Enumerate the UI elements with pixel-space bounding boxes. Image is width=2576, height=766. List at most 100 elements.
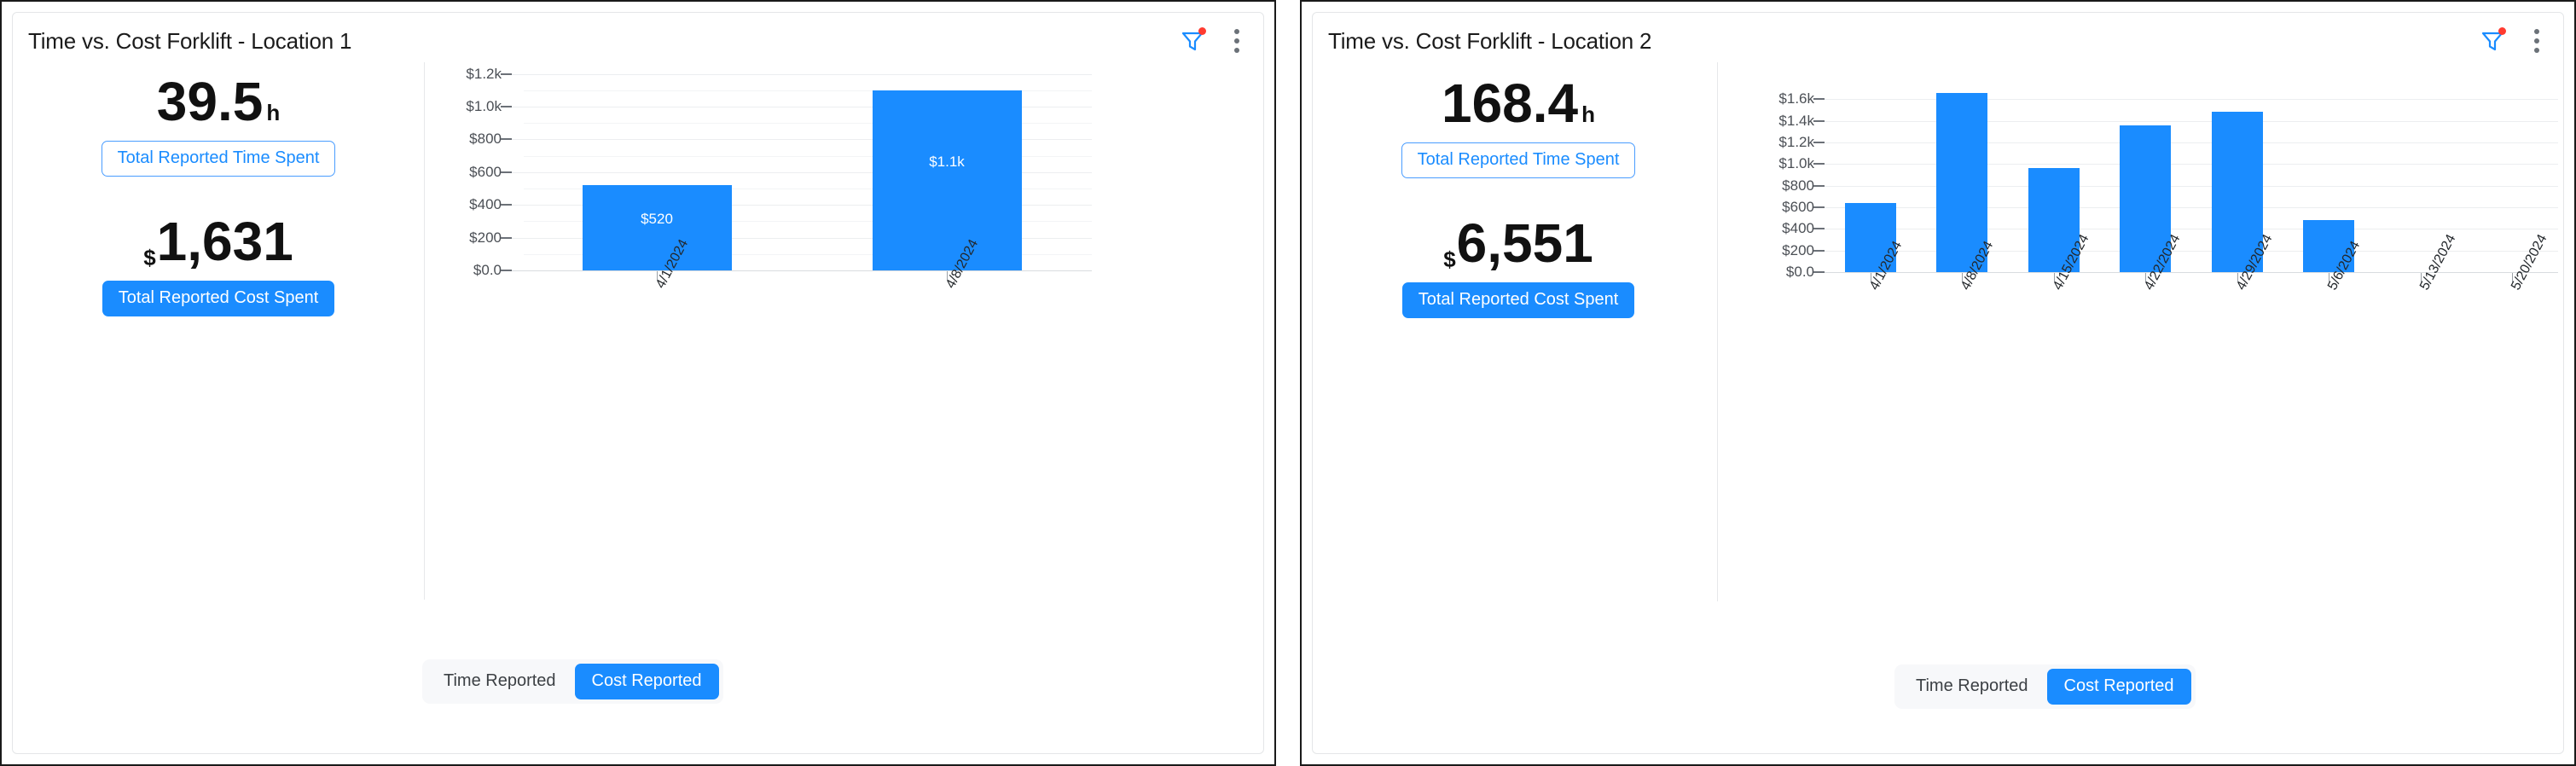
y-axis-tick-label: $800 xyxy=(1782,177,1814,194)
y-axis-tick-mark xyxy=(501,106,512,107)
page-title: Time vs. Cost Forklift - Location 2 xyxy=(1328,28,1652,54)
y-axis-tick-label: $200 xyxy=(1782,241,1814,258)
gridline xyxy=(512,73,1092,75)
toggle-cost-reported[interactable]: Cost Reported xyxy=(2046,669,2191,705)
kpi-cost-prefix: $ xyxy=(1443,247,1456,272)
card-header-1: Time vs. Cost Forklift - Location 1 xyxy=(13,13,1263,66)
kpi-time-2: 168.4 h Total Reported Time Spent xyxy=(1313,76,1724,178)
kebab-dot xyxy=(1234,38,1239,44)
x-axis-line xyxy=(512,270,1092,271)
gridline xyxy=(1825,99,2558,101)
filter-icon[interactable] xyxy=(1178,26,1207,55)
total-reported-cost-spent-button[interactable]: Total Reported Cost Spent xyxy=(1401,282,1635,318)
total-reported-time-spent-button[interactable]: Total Reported Time Spent xyxy=(101,141,336,177)
dashboard-root: Time vs. Cost Forklift - Location 1 39.5… xyxy=(0,0,2576,766)
y-axis-tick-mark xyxy=(1813,184,1825,187)
page-title: Time vs. Cost Forklift - Location 1 xyxy=(28,28,352,54)
kebab-menu-icon[interactable] xyxy=(1226,26,1248,55)
filter-icon[interactable] xyxy=(2478,26,2507,55)
gridline xyxy=(1825,120,2558,122)
kpi-cost-value: 1,631 xyxy=(156,211,293,272)
filter-badge-dot xyxy=(1198,27,1206,35)
toggle-cost-reported[interactable]: Cost Reported xyxy=(574,664,719,699)
y-axis-tick-mark xyxy=(501,73,512,75)
gridline xyxy=(1825,206,2558,208)
y-axis-tick-label: $800 xyxy=(469,131,502,148)
card-location-1: Time vs. Cost Forklift - Location 1 39.5… xyxy=(12,12,1264,754)
bar[interactable] xyxy=(872,90,1022,270)
y-axis-tick-mark xyxy=(1813,141,1825,143)
kpi-chart-divider xyxy=(1717,62,1718,601)
y-axis-tick-label: $200 xyxy=(469,229,502,246)
kpi-cost-value-group: $1,631 xyxy=(13,214,424,269)
report-mode-toggle-2[interactable]: Time Reported Cost Reported xyxy=(1894,664,2196,709)
filter-badge-dot xyxy=(2498,27,2506,35)
y-axis-tick-label: $1.0k xyxy=(1778,155,1814,172)
chart-plot-area-2: $0.0 $200 $400 $600 $800 $1.0k $1.2k $1.4k $1.6k… xyxy=(1778,86,2558,293)
kpi-chart-divider xyxy=(424,62,425,600)
kebab-dot xyxy=(2534,48,2539,53)
y-axis-tick-mark xyxy=(501,270,512,271)
kebab-dot xyxy=(2534,38,2539,44)
kpi-column-2: 168.4 h Total Reported Time Spent $6,551 … xyxy=(1313,76,1724,318)
y-axis-tick-mark xyxy=(1813,119,1825,122)
header-tools-1 xyxy=(1178,26,1248,55)
y-axis-tick-label: $1.2k xyxy=(1778,133,1814,150)
kpi-cost-2: $6,551 Total Reported Cost Spent xyxy=(1313,216,1724,318)
kebab-menu-icon[interactable] xyxy=(2526,26,2548,55)
kpi-cost-value-group: $6,551 xyxy=(1313,216,1724,270)
y-axis-tick-mark xyxy=(1813,163,1825,165)
y-axis-tick-label: $0.0 xyxy=(473,262,502,278)
chart-plot-area-1: $0.0 $200 $400 $600 $800 $1.0k $1.2k $520 4/1/20… xyxy=(466,66,1092,291)
y-axis-tick-label: $1.0k xyxy=(466,98,502,114)
gridline xyxy=(1825,142,2558,143)
y-axis-tick-mark xyxy=(1813,98,1825,101)
total-reported-time-spent-button[interactable]: Total Reported Time Spent xyxy=(1401,142,1636,178)
y-axis-tick-mark xyxy=(501,138,512,141)
kebab-dot xyxy=(1234,29,1239,34)
panel-location-2: Time vs. Cost Forklift - Location 2 168.… xyxy=(1300,0,2576,766)
y-axis-tick-mark xyxy=(1813,228,1825,230)
x-axis-tick-label: 5/20/2024 xyxy=(2509,232,2550,293)
gridline xyxy=(1825,185,2558,187)
kpi-time-unit: h xyxy=(266,100,281,125)
cost-bar-chart-1[interactable]: $0.0 $200 $400 $600 $800 $1.0k $1.2k $520 4/1/20… xyxy=(466,66,1092,291)
y-axis-tick-mark xyxy=(501,204,512,206)
kpi-column-1: 39.5 h Total Reported Time Spent $1,631 T… xyxy=(13,74,424,316)
y-axis-tick-label: $400 xyxy=(469,196,502,213)
y-axis-tick-label: $1.4k xyxy=(1778,112,1814,129)
kpi-time-value: 39.5 xyxy=(156,71,264,132)
kpi-cost-value: 6,551 xyxy=(1456,212,1593,274)
kebab-dot xyxy=(1234,48,1239,53)
y-axis-tick-label: $600 xyxy=(469,163,502,180)
y-axis-tick-mark xyxy=(1813,249,1825,252)
kpi-time-value: 168.4 xyxy=(1441,73,1579,134)
kpi-time-value-group: 168.4 h xyxy=(1313,76,1724,131)
kpi-time-1: 39.5 h Total Reported Time Spent xyxy=(13,74,424,177)
panel-location-1: Time vs. Cost Forklift - Location 1 39.5… xyxy=(0,0,1276,766)
toggle-time-reported[interactable]: Time Reported xyxy=(1899,669,2045,705)
kpi-spacer xyxy=(1313,178,1724,216)
y-axis-tick-mark xyxy=(501,171,512,173)
y-axis-tick-label: $1.2k xyxy=(466,65,502,82)
y-axis-tick-mark xyxy=(1813,271,1825,273)
report-mode-toggle-1[interactable]: Time Reported Cost Reported xyxy=(422,659,723,704)
y-axis-tick-label: $0.0 xyxy=(1785,264,1814,280)
y-axis-tick-label: $1.6k xyxy=(1778,90,1814,107)
kpi-cost-prefix: $ xyxy=(143,245,156,270)
y-axis-tick-label: $400 xyxy=(1782,220,1814,237)
card-location-2: Time vs. Cost Forklift - Location 2 168.… xyxy=(1312,12,2564,754)
toggle-time-reported[interactable]: Time Reported xyxy=(426,664,573,699)
y-axis-tick-mark xyxy=(1813,206,1825,208)
y-axis-tick-label: $600 xyxy=(1782,198,1814,215)
kpi-time-unit: h xyxy=(1581,102,1596,127)
total-reported-cost-spent-button[interactable]: Total Reported Cost Spent xyxy=(102,281,335,316)
bar[interactable] xyxy=(582,185,732,270)
cost-bar-chart-2[interactable]: $0.0 $200 $400 $600 $800 $1.0k $1.2k $1.4k $1.6k… xyxy=(1778,86,2558,293)
x-axis-line xyxy=(1825,272,2558,273)
y-axis-tick-mark xyxy=(501,236,512,239)
kpi-time-value-group: 39.5 h xyxy=(13,74,424,129)
gridline xyxy=(1825,164,2558,165)
kpi-spacer xyxy=(13,177,424,214)
kpi-cost-1: $1,631 Total Reported Cost Spent xyxy=(13,214,424,316)
